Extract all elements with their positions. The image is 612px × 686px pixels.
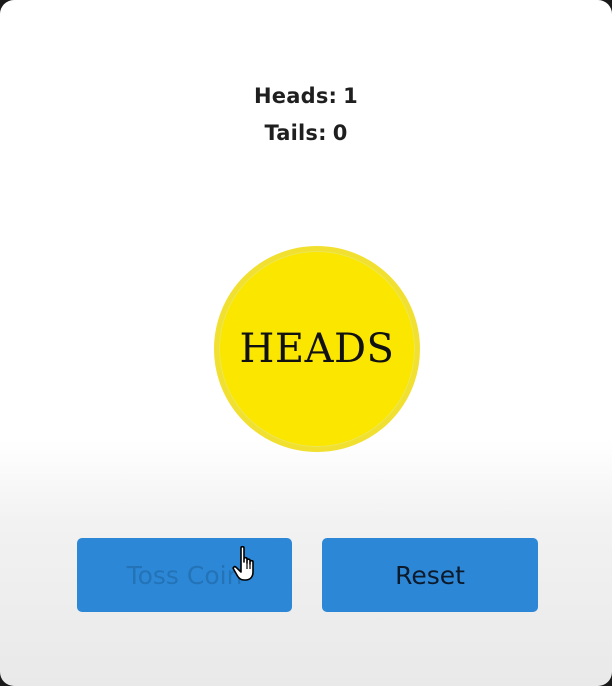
heads-score-value: 1 [343, 84, 358, 108]
hand-pointer-icon [232, 545, 254, 581]
app-window: Heads: 1 Tails: 0 HEADS Toss Coin Reset [0, 0, 612, 686]
coin-face-text: HEADS [239, 326, 395, 372]
coin: HEADS [214, 246, 420, 452]
reset-button[interactable]: Reset [322, 538, 538, 612]
heads-score: Heads: 1 [0, 84, 612, 108]
tails-score: Tails: 0 [0, 121, 612, 145]
tails-score-label: Tails: [264, 121, 327, 145]
tails-score-value: 0 [332, 121, 348, 145]
heads-score-label: Heads: [254, 84, 338, 108]
